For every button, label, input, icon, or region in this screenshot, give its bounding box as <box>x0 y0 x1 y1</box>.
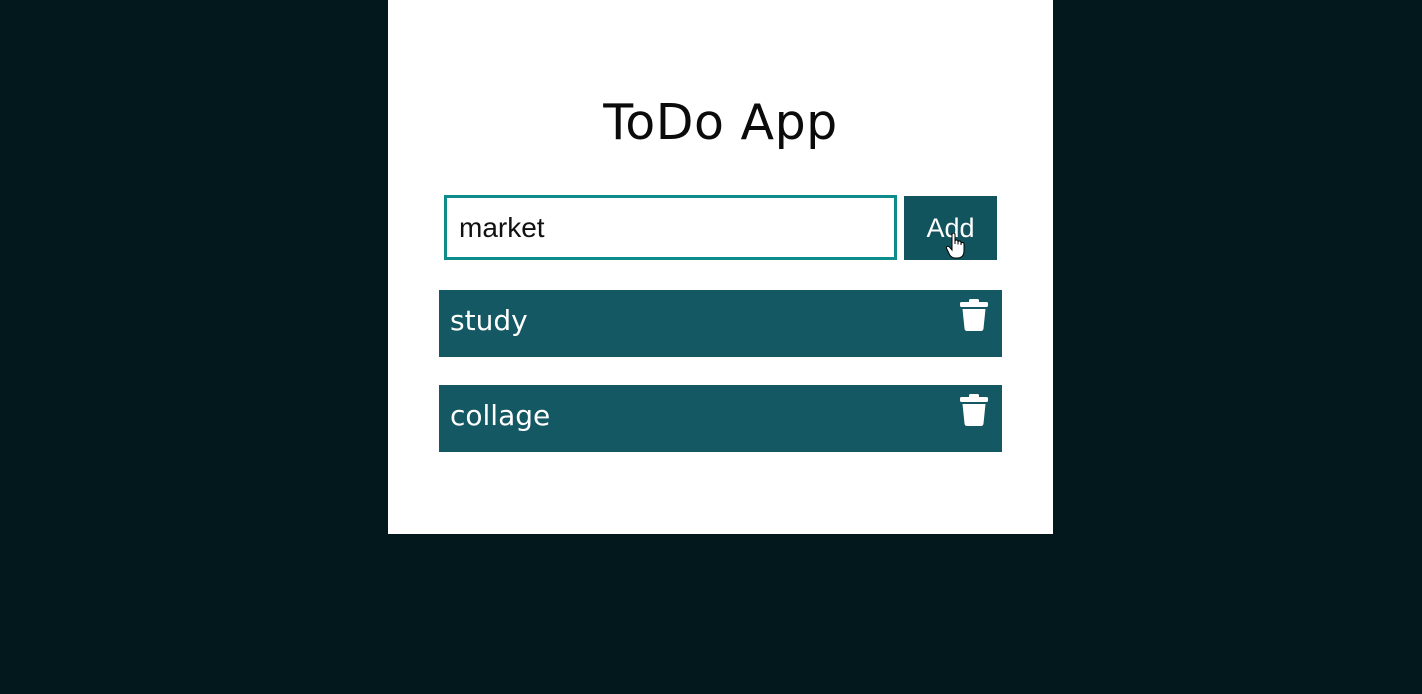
trash-icon[interactable] <box>960 299 988 331</box>
todo-text: collage <box>450 399 551 432</box>
todo-item: collage <box>439 385 1002 452</box>
trash-icon[interactable] <box>960 394 988 426</box>
page-background: ToDo App Add study collage <box>0 0 1422 694</box>
todo-input[interactable] <box>444 195 897 260</box>
todo-card: ToDo App Add study collage <box>388 0 1053 534</box>
add-todo-form: Add <box>444 195 997 260</box>
add-button[interactable]: Add <box>904 196 997 260</box>
app-title: ToDo App <box>603 94 838 151</box>
todo-text: study <box>450 304 528 337</box>
todo-item: study <box>439 290 1002 357</box>
todo-list: study collage <box>439 290 1002 480</box>
